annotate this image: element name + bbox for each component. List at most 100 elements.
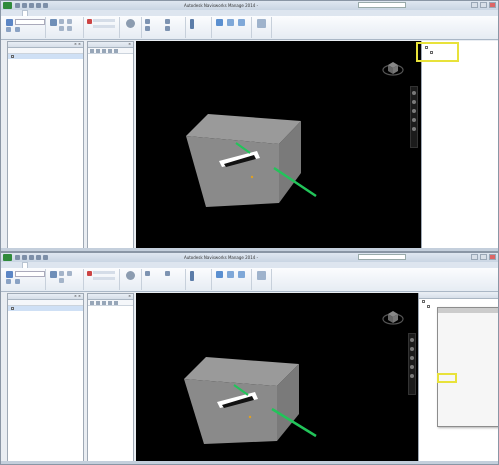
show-grid-icon[interactable] [216, 19, 223, 26]
application-menu-button[interactable] [3, 2, 12, 9]
saved-viewpoints-toolbar [88, 48, 133, 54]
navigate-option-2[interactable] [93, 277, 115, 280]
tree-item-root[interactable] [8, 306, 83, 311]
tool-icon[interactable] [96, 300, 100, 305]
qat-save-icon[interactable] [22, 3, 27, 8]
navigation-bar [410, 86, 418, 148]
tool-icon[interactable] [108, 300, 112, 305]
expand-icon[interactable] [422, 299, 425, 303]
qat-print-icon[interactable] [43, 255, 48, 260]
orbit-tool-icon[interactable] [410, 356, 414, 360]
walk-icon[interactable] [145, 271, 150, 276]
viewpoint-dropdown[interactable] [15, 271, 45, 277]
qat-open-icon[interactable] [15, 3, 20, 8]
search-input[interactable] [358, 2, 406, 8]
zoom-tool-icon[interactable] [412, 100, 416, 104]
viewcube[interactable] [382, 305, 404, 327]
qat-redo-icon[interactable] [36, 255, 41, 260]
enable-sectioning-icon[interactable] [190, 19, 194, 29]
mode-icon[interactable] [227, 271, 234, 278]
tool-icon[interactable] [108, 48, 112, 53]
fly-icon[interactable] [145, 26, 150, 31]
tool-icon[interactable] [90, 300, 94, 305]
camera-icon[interactable] [50, 271, 57, 278]
3d-viewport[interactable] [136, 41, 421, 251]
panel-close-icon[interactable]: × [128, 294, 131, 299]
orbit-icon[interactable] [59, 278, 64, 283]
pan-icon[interactable] [67, 26, 72, 31]
minimize-button[interactable] [471, 2, 478, 8]
enable-sectioning-icon[interactable] [190, 271, 194, 281]
navigate-option-1[interactable] [93, 19, 115, 22]
camera-icon[interactable] [50, 19, 57, 26]
navigate-icon[interactable] [59, 19, 64, 24]
ribbon-group-help [253, 17, 272, 38]
panel-close-icon[interactable]: × × [74, 42, 81, 47]
image-icon[interactable] [257, 271, 266, 280]
play-icon[interactable] [15, 279, 20, 284]
zoom-icon[interactable] [67, 271, 72, 276]
light-icon[interactable] [165, 271, 170, 276]
tool-icon[interactable] [102, 300, 106, 305]
ribbon-group-navigate [85, 269, 120, 290]
minimize-button[interactable] [471, 254, 478, 260]
walk-tool-icon[interactable] [410, 374, 414, 378]
expand-icon[interactable] [11, 54, 14, 58]
tool-icon[interactable] [102, 48, 106, 53]
record-icon[interactable] [6, 27, 11, 32]
show-grid-icon[interactable] [216, 271, 223, 278]
render-style-icon[interactable] [165, 26, 170, 31]
save-viewpoint-icon[interactable] [6, 19, 13, 26]
navigate-option-2[interactable] [93, 25, 115, 28]
tool-icon[interactable] [114, 300, 118, 305]
box-front-face [184, 379, 277, 444]
realism-icon[interactable] [87, 271, 92, 276]
look-tool-icon[interactable] [412, 118, 416, 122]
qat-open-icon[interactable] [15, 255, 20, 260]
light-icon[interactable] [165, 19, 170, 24]
zoom-icon[interactable] [67, 19, 72, 24]
close-button[interactable] [489, 2, 496, 8]
steering-wheels-icon[interactable] [126, 19, 135, 28]
orbit-icon[interactable] [59, 26, 64, 31]
mode-icon[interactable] [227, 19, 234, 26]
search-input[interactable] [358, 254, 406, 260]
tool-icon[interactable] [114, 48, 118, 53]
viewpoint-dropdown[interactable] [15, 19, 45, 25]
navigate-option-1[interactable] [93, 271, 115, 274]
panel-close-icon[interactable]: × [128, 42, 131, 47]
qat-print-icon[interactable] [43, 3, 48, 8]
tool-icon[interactable] [90, 48, 94, 53]
tree-item-root[interactable] [8, 54, 83, 59]
navisworks-window-bottom: Autodesk Navisworks Manage 2014 - × × × [0, 252, 499, 465]
3d-viewport[interactable] [136, 293, 418, 464]
qat-undo-icon[interactable] [29, 255, 34, 260]
maximize-button[interactable] [480, 2, 487, 8]
pan-tool-icon[interactable] [410, 338, 414, 342]
application-menu-button[interactable] [3, 254, 12, 261]
pan-tool-icon[interactable] [412, 91, 416, 95]
look-tool-icon[interactable] [410, 365, 414, 369]
qat-undo-icon[interactable] [29, 3, 34, 8]
expand-icon[interactable] [11, 306, 14, 310]
image-icon[interactable] [257, 19, 266, 28]
save-viewpoint-icon[interactable] [6, 271, 13, 278]
tool-icon[interactable] [96, 48, 100, 53]
panel-close-icon[interactable]: × × [74, 294, 81, 299]
maximize-button[interactable] [480, 254, 487, 260]
level-icon[interactable] [238, 19, 245, 26]
walk-icon[interactable] [145, 19, 150, 24]
close-button[interactable] [489, 254, 496, 260]
viewcube[interactable] [382, 56, 404, 78]
qat-save-icon[interactable] [22, 255, 27, 260]
level-icon[interactable] [238, 271, 245, 278]
orbit-tool-icon[interactable] [412, 109, 416, 113]
qat-redo-icon[interactable] [36, 3, 41, 8]
record-icon[interactable] [6, 279, 11, 284]
realism-icon[interactable] [87, 19, 92, 24]
steering-wheels-icon[interactable] [126, 271, 135, 280]
navigate-icon[interactable] [59, 271, 64, 276]
walk-tool-icon[interactable] [412, 127, 416, 131]
zoom-tool-icon[interactable] [410, 347, 414, 351]
play-icon[interactable] [15, 27, 20, 32]
